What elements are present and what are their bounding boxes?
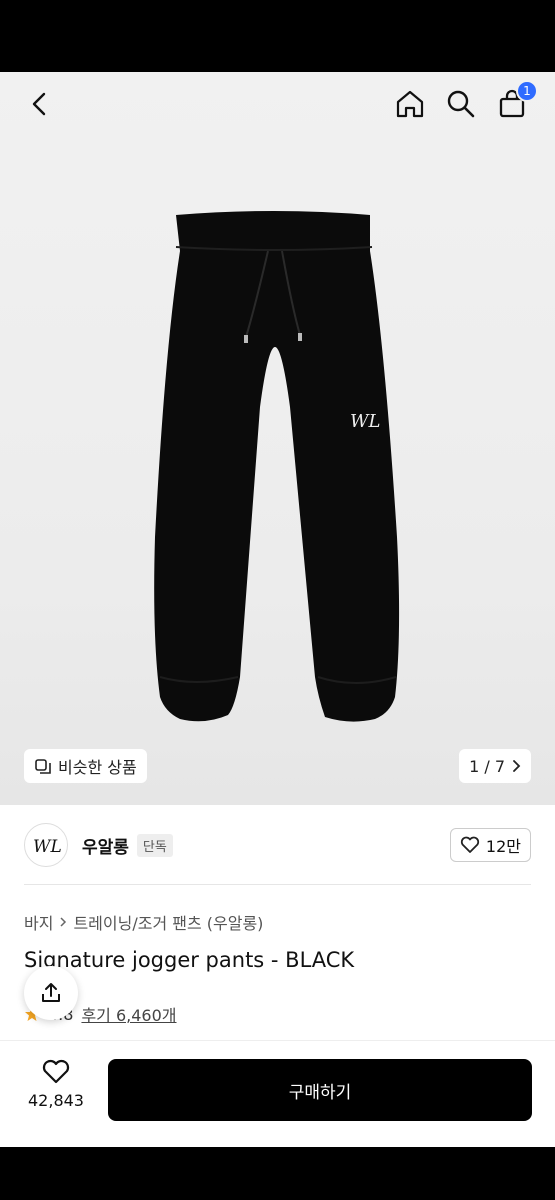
cart-count-badge: 1 [516,80,538,102]
cart-button[interactable]: 1 [494,80,538,122]
heart-icon [42,1059,70,1084]
product-image-area[interactable]: 1 WL 비슷한 상품 1 / 7 [0,72,555,805]
svg-text:WL: WL [350,411,380,432]
similar-products-label: 비슷한 상품 [58,758,137,777]
similar-products-button[interactable]: 비슷한 상품 [24,749,147,783]
exclusive-tag: 단독 [136,833,173,857]
breadcrumb: 바지 트레이닝/조거 팬츠 (우알롱) [24,910,263,934]
bottom-action-bar: 42,843 구매하기 [0,1040,555,1147]
chevron-left-icon [32,92,46,116]
svg-text:WL: WL [33,837,61,857]
share-icon [42,983,60,1002]
product-screen: 1 WL 비슷한 상품 1 / 7 WL 우알롱 단독 12만 바지 트레이닝/… [0,72,555,1147]
buy-button[interactable]: 구매하기 [108,1059,532,1121]
chevron-right-icon [513,760,521,772]
brand-logo[interactable]: WL [24,823,68,867]
product-image: WL [154,211,400,722]
brand-like-count: 12만 [485,837,521,856]
heart-icon [460,836,480,853]
breadcrumb-category[interactable]: 바지 [24,910,53,934]
search-button[interactable] [443,86,479,122]
top-bar: 1 [0,72,555,136]
share-button[interactable] [24,966,78,1020]
similar-icon [35,759,51,774]
back-button[interactable] [22,86,58,122]
home-icon [396,90,424,118]
search-icon [447,90,475,118]
breadcrumb-subcategory[interactable]: 트레이닝/조거 팬츠 (우알롱) [73,910,263,934]
chevron-right-icon [60,917,67,927]
brand-row[interactable]: WL 우알롱 단독 12만 [24,822,531,868]
wishlist-button[interactable]: 42,843 [20,1059,92,1110]
brand-name[interactable]: 우알롱 [82,833,129,858]
image-pager[interactable]: 1 / 7 [459,749,531,783]
review-count-link[interactable]: 후기 6,460개 [81,1002,176,1026]
divider [24,884,531,885]
home-button[interactable] [392,86,428,122]
product-title: Signature jogger pants - BLACK [24,948,355,972]
brand-like-button[interactable]: 12만 [449,828,531,862]
image-pager-label: 1 / 7 [469,756,505,776]
wishlist-count: 42,843 [28,1091,84,1110]
